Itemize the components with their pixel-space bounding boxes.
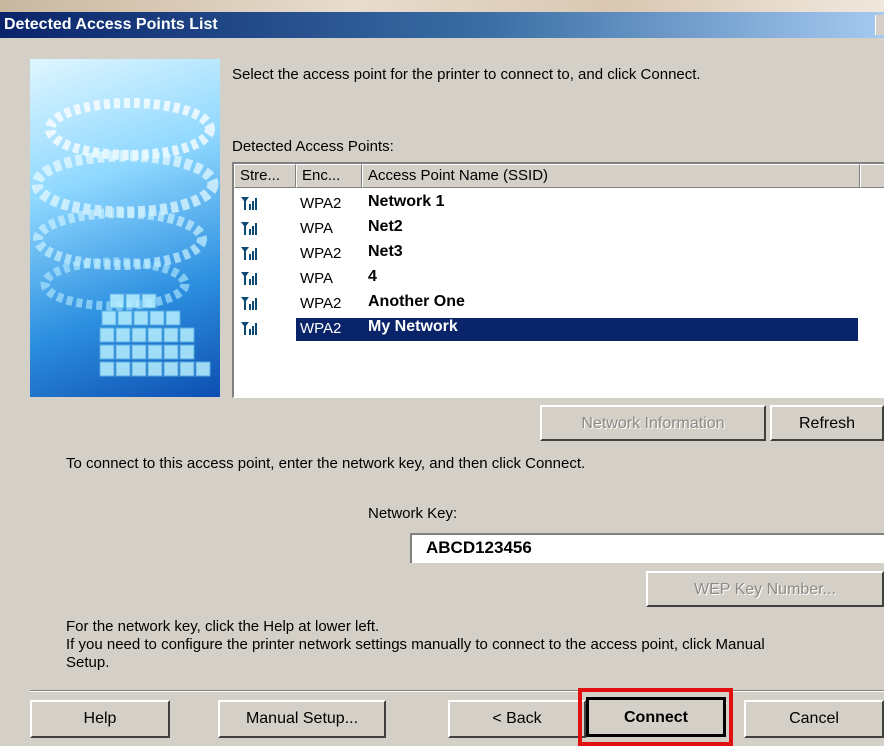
row-ssid: Net3 bbox=[368, 243, 403, 260]
spiral-graphic bbox=[31, 98, 219, 377]
title-bar-button[interactable] bbox=[875, 15, 884, 35]
wep-key-number-button[interactable]: WEP Key Number... bbox=[646, 571, 884, 607]
help-instruction-line2: If you need to configure the printer net… bbox=[66, 636, 765, 653]
refresh-button[interactable]: Refresh bbox=[770, 405, 884, 441]
list-row[interactable]: WPA 4 bbox=[234, 267, 858, 291]
enter-key-instruction: To connect to this access point, enter t… bbox=[66, 455, 586, 472]
network-key-field[interactable]: ABCD123456 bbox=[410, 533, 884, 563]
footer-separator bbox=[30, 690, 884, 692]
network-key-label: Network Key: bbox=[368, 505, 458, 522]
list-row[interactable]: WPA Net2 bbox=[234, 217, 858, 241]
cancel-button[interactable]: Cancel bbox=[744, 700, 884, 738]
row-encryption: WPA2 bbox=[300, 295, 342, 312]
help-button[interactable]: Help bbox=[30, 700, 170, 738]
signal-strength-icon bbox=[241, 322, 257, 335]
list-row[interactable]: WPA2 My Network bbox=[234, 317, 858, 341]
row-ssid: 4 bbox=[368, 268, 377, 285]
signal-strength-icon bbox=[241, 222, 257, 235]
column-header-ssid[interactable]: Access Point Name (SSID) bbox=[362, 164, 860, 188]
row-ssid: My Network bbox=[368, 318, 458, 335]
signal-strength-icon bbox=[241, 272, 257, 285]
window-top-edge bbox=[0, 0, 884, 12]
row-ssid: Net2 bbox=[368, 218, 403, 235]
list-row[interactable]: WPA2 Another One bbox=[234, 292, 858, 316]
row-encryption: WPA2 bbox=[300, 195, 342, 212]
signal-strength-icon bbox=[241, 297, 257, 310]
help-instruction-line1: For the network key, click the Help at l… bbox=[66, 618, 380, 635]
dialog-title-bar: Detected Access Points List bbox=[0, 12, 884, 38]
column-header-encryption[interactable]: Enc... bbox=[296, 164, 362, 188]
dialog-title: Detected Access Points List bbox=[4, 16, 218, 33]
row-ssid: Another One bbox=[368, 293, 465, 310]
row-encryption: WPA2 bbox=[300, 320, 342, 337]
row-encryption: WPA bbox=[300, 220, 334, 237]
access-point-list[interactable]: Stre... Enc... Access Point Name (SSID) … bbox=[232, 162, 884, 398]
list-header: Stre... Enc... Access Point Name (SSID) bbox=[234, 164, 884, 188]
row-ssid: Network 1 bbox=[368, 193, 445, 210]
select-instruction: Select the access point for the printer … bbox=[232, 66, 701, 83]
list-row[interactable]: WPA2 Network 1 bbox=[234, 192, 858, 216]
signal-strength-icon bbox=[241, 247, 257, 260]
help-instruction-line3: Setup. bbox=[66, 654, 110, 671]
row-encryption: WPA bbox=[300, 270, 334, 287]
column-header-extra[interactable] bbox=[860, 164, 884, 188]
signal-strength-icon bbox=[241, 197, 257, 210]
list-row[interactable]: WPA2 Net3 bbox=[234, 242, 858, 266]
back-button[interactable]: < Back bbox=[448, 700, 586, 738]
connect-highlight-box bbox=[578, 688, 733, 746]
detected-label: Detected Access Points: bbox=[232, 138, 394, 155]
manual-setup-button[interactable]: Manual Setup... bbox=[218, 700, 386, 738]
setup-banner-image bbox=[30, 59, 220, 397]
row-encryption: WPA2 bbox=[300, 245, 342, 262]
column-header-strength[interactable]: Stre... bbox=[234, 164, 296, 188]
network-information-button[interactable]: Network Information bbox=[540, 405, 766, 441]
